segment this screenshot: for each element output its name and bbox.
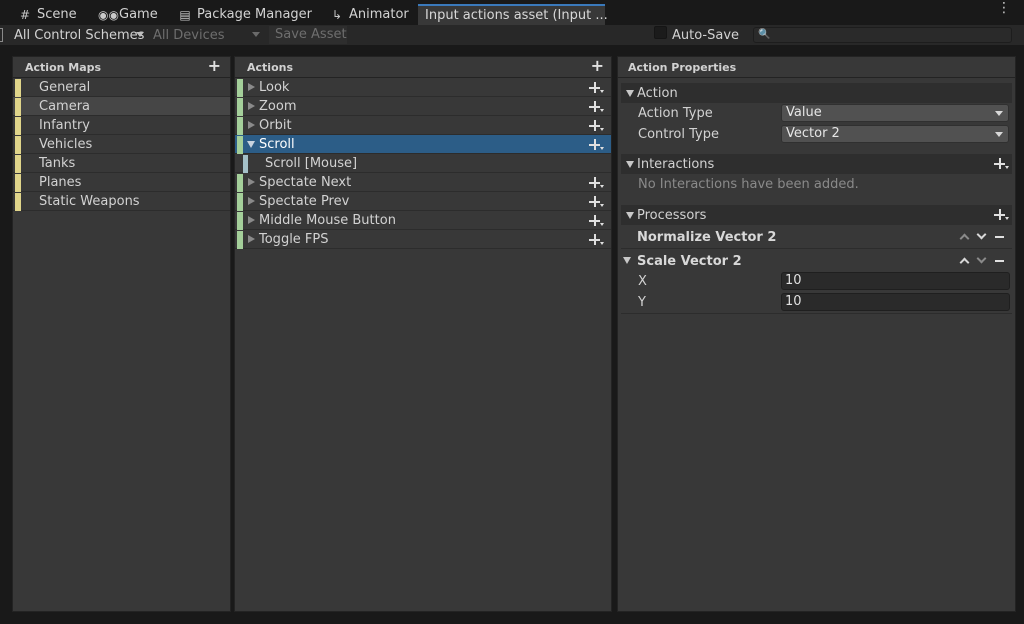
- add-binding-icon[interactable]: [589, 214, 605, 228]
- tab-input-actions[interactable]: Input actions asset (Input ...: [418, 4, 608, 25]
- action-map-row[interactable]: Camera: [13, 97, 230, 116]
- remove-processor-icon[interactable]: [995, 260, 1004, 262]
- processor-scale-vector2: Scale Vector 2: [621, 249, 1012, 271]
- gamepad-icon: ◉◉: [98, 7, 119, 22]
- auto-save-label: Auto-Save: [672, 28, 740, 43]
- search-icon: 🔍: [758, 29, 771, 40]
- scale-y-input[interactable]: 10: [781, 293, 1010, 311]
- collapse-arrow-icon[interactable]: [626, 212, 634, 219]
- tab-package-manager[interactable]: ▤ Package Manager: [178, 4, 312, 25]
- processor-normalize-vector2: Normalize Vector 2: [621, 225, 1012, 249]
- action-type-dropdown[interactable]: Value: [781, 104, 1009, 122]
- control-type-row: Control Type Vector 2: [618, 124, 1015, 145]
- action-properties-header: Action Properties: [618, 57, 1015, 78]
- editor-tab-bar: # Scene ◉◉ Game ▤ Package Manager ↳ Anim…: [0, 0, 1024, 25]
- auto-save-checkbox[interactable]: [654, 26, 667, 39]
- action-map-row[interactable]: Static Weapons: [13, 192, 230, 211]
- control-type-dropdown[interactable]: Vector 2: [781, 125, 1009, 143]
- expand-arrow-icon[interactable]: [248, 216, 255, 224]
- action-maps-panel: Action Maps + General Camera Infantry Ve…: [12, 56, 231, 612]
- add-binding-icon[interactable]: [589, 100, 605, 114]
- add-binding-icon[interactable]: [589, 233, 605, 247]
- action-row[interactable]: Orbit: [235, 116, 611, 135]
- add-binding-icon[interactable]: [589, 195, 605, 209]
- move-up-icon[interactable]: [959, 257, 970, 268]
- action-row[interactable]: Middle Mouse Button: [235, 211, 611, 230]
- action-row[interactable]: Zoom: [235, 97, 611, 116]
- action-row[interactable]: Spectate Prev: [235, 192, 611, 211]
- scale-x-input[interactable]: 10: [781, 272, 1010, 290]
- action-type-row: Action Type Value: [618, 103, 1015, 124]
- add-interaction-icon[interactable]: [994, 157, 1010, 171]
- interactions-empty-note: No Interactions have been added.: [638, 177, 859, 192]
- search-input[interactable]: 🔍: [753, 27, 1012, 43]
- collapse-arrow-icon[interactable]: [626, 90, 634, 97]
- more-menu-icon[interactable]: ⋮: [997, 1, 1011, 15]
- scale-x-row: X 10: [618, 271, 1015, 292]
- collapse-arrow-icon[interactable]: [626, 161, 634, 168]
- expand-arrow-icon[interactable]: [248, 197, 255, 205]
- actions-header: Actions +: [235, 57, 611, 78]
- action-maps-header: Action Maps +: [13, 57, 230, 78]
- asset-toolbar: All Control Schemes All Devices Save Ass…: [0, 25, 1024, 45]
- animator-icon: ↳: [331, 7, 343, 22]
- chevron-down-icon: [252, 32, 260, 37]
- action-section-header[interactable]: Action: [621, 83, 1012, 103]
- add-binding-icon[interactable]: [589, 81, 605, 95]
- add-action-map-icon[interactable]: +: [208, 58, 221, 74]
- add-action-icon[interactable]: +: [591, 58, 604, 74]
- grid-icon: #: [19, 7, 31, 22]
- action-row[interactable]: Spectate Next: [235, 173, 611, 192]
- interactions-section-header[interactable]: Interactions: [621, 154, 1012, 174]
- expand-arrow-icon[interactable]: [248, 121, 255, 129]
- action-properties-panel: Action Properties Action Action Type Val…: [617, 56, 1016, 612]
- package-icon: ▤: [179, 7, 191, 22]
- actions-panel: Actions + Look Zoom Orbit Scroll Scroll …: [234, 56, 612, 612]
- action-map-row[interactable]: General: [13, 78, 230, 97]
- chevron-down-icon: [995, 111, 1003, 116]
- expand-arrow-icon[interactable]: [248, 102, 255, 110]
- action-map-row[interactable]: Infantry: [13, 116, 230, 135]
- tab-animator[interactable]: ↳ Animator: [330, 4, 409, 25]
- action-row[interactable]: Look: [235, 78, 611, 97]
- collapse-arrow-icon[interactable]: [623, 257, 631, 264]
- expand-arrow-icon[interactable]: [248, 178, 255, 186]
- chevron-down-icon: [995, 132, 1003, 137]
- window-edge-icon: [0, 28, 3, 42]
- expand-arrow-icon[interactable]: [248, 83, 255, 91]
- scale-y-row: Y 10: [621, 292, 1012, 314]
- tab-scene[interactable]: # Scene: [18, 4, 77, 25]
- action-row[interactable]: Scroll: [235, 135, 611, 154]
- action-map-row[interactable]: Vehicles: [13, 135, 230, 154]
- expand-arrow-icon[interactable]: [248, 235, 255, 243]
- move-down-icon[interactable]: [976, 229, 987, 240]
- action-map-row[interactable]: Tanks: [13, 154, 230, 173]
- remove-processor-icon[interactable]: [995, 236, 1004, 238]
- processors-section-header[interactable]: Processors: [621, 205, 1012, 225]
- chevron-down-icon: [136, 32, 144, 37]
- save-asset-button[interactable]: Save Asset: [269, 26, 347, 44]
- control-schemes-dropdown[interactable]: All Control Schemes: [11, 26, 148, 44]
- action-map-row[interactable]: Planes: [13, 173, 230, 192]
- add-processor-icon[interactable]: [994, 208, 1010, 222]
- tab-game[interactable]: ◉◉ Game: [98, 4, 158, 25]
- action-row[interactable]: Toggle FPS: [235, 230, 611, 249]
- binding-row[interactable]: Scroll [Mouse]: [235, 154, 611, 173]
- collapse-arrow-icon[interactable]: [247, 141, 255, 148]
- devices-dropdown[interactable]: All Devices: [150, 26, 264, 44]
- move-down-icon[interactable]: [976, 253, 987, 264]
- add-binding-icon[interactable]: [589, 119, 605, 133]
- add-binding-icon[interactable]: [589, 138, 605, 152]
- add-binding-icon[interactable]: [589, 176, 605, 190]
- move-up-icon[interactable]: [959, 233, 970, 244]
